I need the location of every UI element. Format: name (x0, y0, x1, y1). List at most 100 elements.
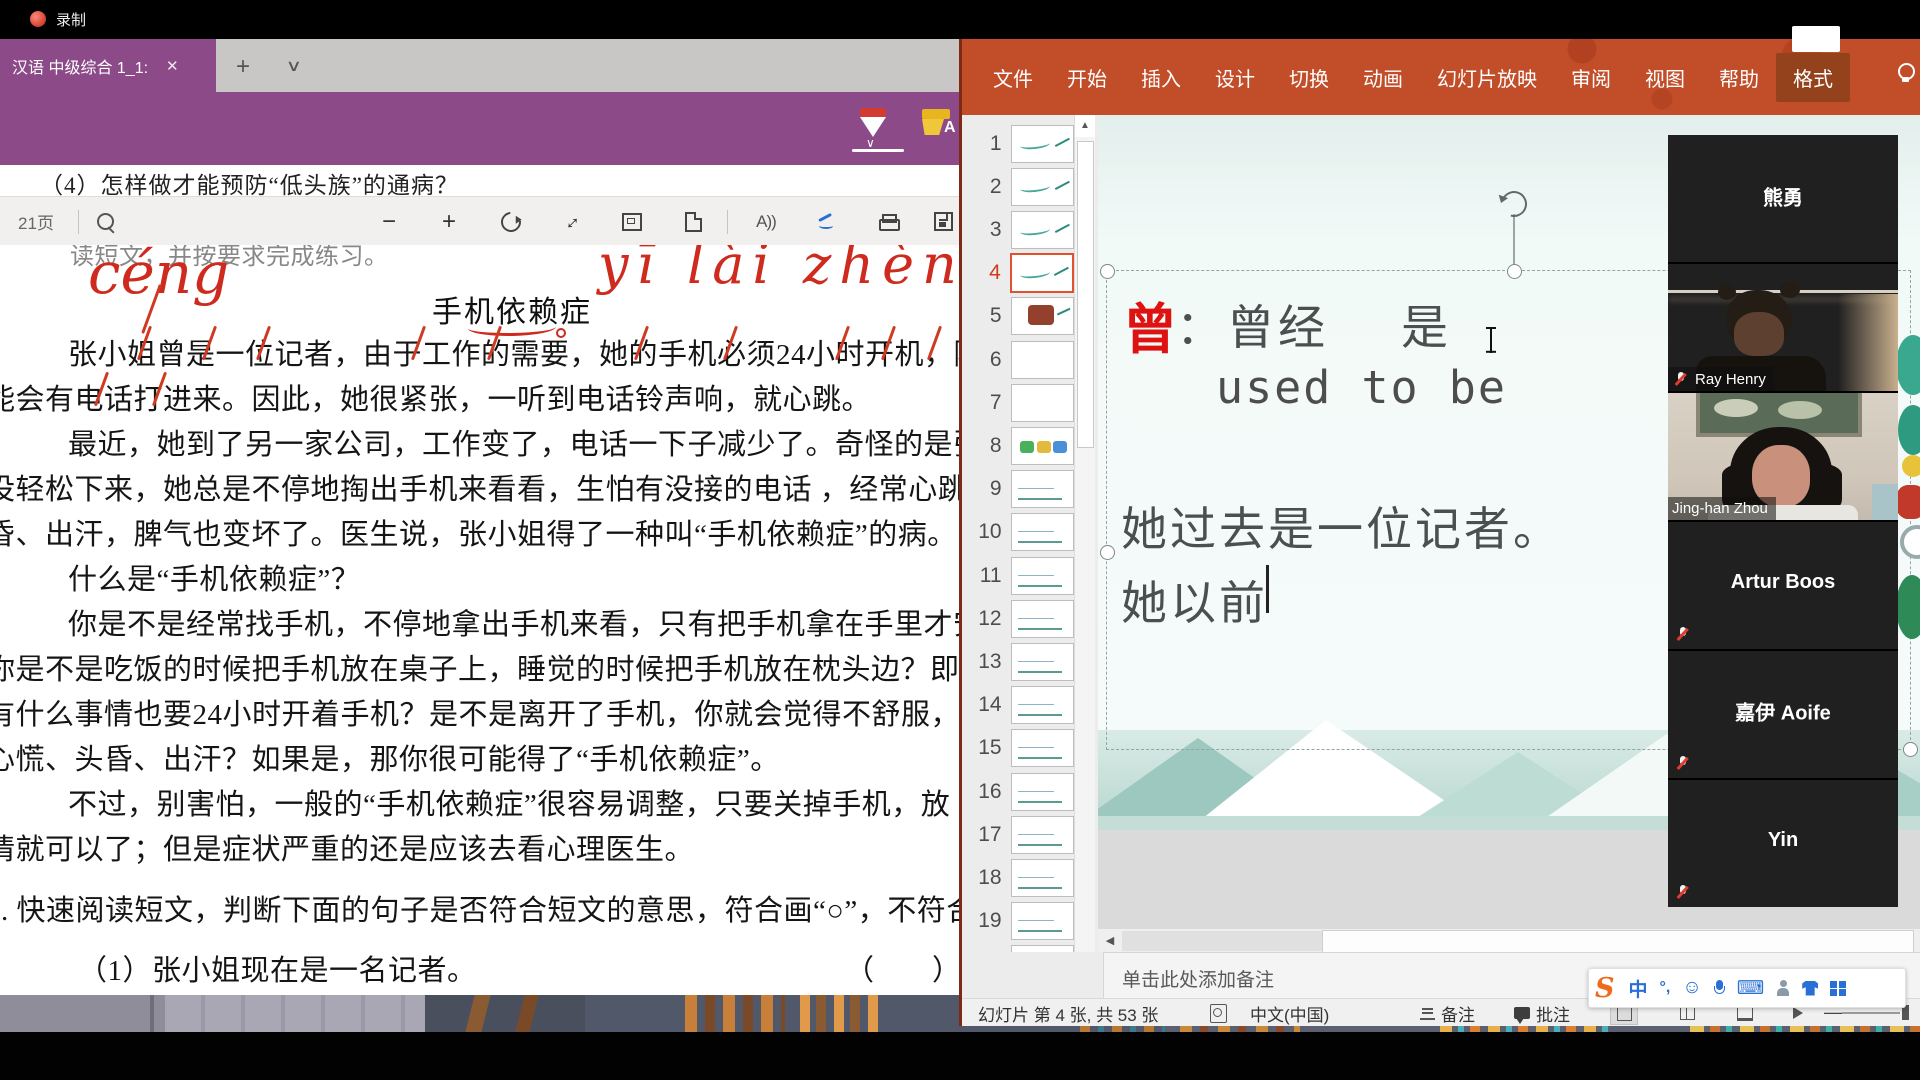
participant-tile-熊勇[interactable]: 熊勇 (1668, 135, 1898, 262)
slide-thumbnail-5[interactable]: 5 (962, 295, 1074, 338)
zoom-slider[interactable] (1842, 1012, 1900, 1014)
slide-thumb-image[interactable] (1011, 686, 1074, 724)
slide-panel-scrollbar[interactable]: ▲ ▼ (1074, 115, 1095, 990)
slide-thumbnail-4[interactable]: 4 (962, 252, 1074, 295)
slide-thumbnail-10[interactable]: 10 (962, 511, 1074, 554)
fit-width-button[interactable]: ↔ (542, 192, 601, 251)
slide-thumb-image[interactable] (1010, 253, 1074, 293)
participant-tile-Yin[interactable]: Yin (1668, 780, 1898, 907)
ime-chinese-mode-icon[interactable]: 中 (1629, 975, 1648, 1002)
slide-thumb-image[interactable] (1011, 341, 1074, 379)
ribbon-tab-切换[interactable]: 切换 (1272, 53, 1346, 102)
slide-thumbnail-19[interactable]: 19 (962, 900, 1074, 943)
tab-close-icon[interactable]: ✕ (166, 57, 179, 75)
ribbon-tab-视图[interactable]: 视图 (1628, 53, 1702, 102)
save-button[interactable] (928, 197, 958, 246)
scroll-left-arrow[interactable]: ◀ (1098, 929, 1122, 953)
tell-me-lightbulb-icon[interactable] (1895, 63, 1915, 83)
participant-tile-Artur-Boos[interactable]: Artur Boos (1668, 522, 1898, 649)
slide-thumb-image[interactable] (1011, 816, 1074, 854)
print-button[interactable] (871, 197, 905, 246)
scrollbar-track[interactable] (1122, 931, 1322, 951)
slide-thumbnail-15[interactable]: 15 (962, 727, 1074, 770)
rotate-button[interactable] (494, 197, 528, 246)
ribbon-tab-幻灯片放映[interactable]: 幻灯片放映 (1420, 53, 1554, 102)
slide-thumb-image[interactable] (1011, 600, 1074, 638)
draw-pen-icon[interactable]: ∨ (856, 108, 890, 144)
slide-thumbnail-11[interactable]: 11 (962, 554, 1074, 597)
notes-toggle[interactable]: 备注 (1420, 999, 1475, 1026)
ribbon-tab-设计[interactable]: 设计 (1198, 53, 1272, 102)
rotation-handle-icon[interactable] (1496, 186, 1532, 222)
slide-thumbnail-17[interactable]: 17 (962, 813, 1074, 856)
fit-page-button[interactable] (615, 197, 649, 246)
slide-thumb-image[interactable] (1011, 557, 1074, 595)
slide-thumb-image[interactable] (1011, 729, 1074, 767)
page-view-button[interactable] (676, 197, 710, 246)
ribbon-tab-审阅[interactable]: 审阅 (1554, 53, 1628, 102)
slide-thumb-image[interactable] (1011, 384, 1074, 422)
browser-tab[interactable]: 汉语 中级综合 1_1: ✕ (0, 39, 216, 92)
comments-toggle[interactable]: 批注 (1514, 999, 1570, 1026)
scrollbar-thumb[interactable] (1077, 141, 1094, 448)
ribbon-tab-插入[interactable]: 插入 (1124, 53, 1198, 102)
ribbon-tab-帮助[interactable]: 帮助 (1702, 53, 1776, 102)
slide-thumb-image[interactable] (1011, 513, 1074, 551)
accessibility-icon[interactable] (1210, 999, 1227, 1026)
pdf-document[interactable]: 读短文，并按要求完成练习。 céng 手机依赖症 yī lài zhèng 张小… (0, 245, 959, 995)
ime-person-icon[interactable] (1776, 980, 1790, 996)
selection-handle-top-left[interactable] (1100, 264, 1115, 279)
selection-handle-left[interactable] (1100, 545, 1115, 560)
floating-control-box[interactable] (1792, 26, 1840, 52)
zoom-in-button[interactable]: + (432, 197, 466, 246)
slide-thumbnail-8[interactable]: 8 (962, 424, 1074, 467)
slide-thumb-image[interactable] (1011, 643, 1074, 681)
slide-thumbnail-13[interactable]: 13 (962, 640, 1074, 683)
ime-toolbox-grid-icon[interactable] (1830, 981, 1845, 996)
slide-thumb-image[interactable] (1011, 427, 1074, 465)
horizontal-scrollbar[interactable]: ◀ (1098, 928, 1920, 953)
slide-thumbnail-7[interactable]: 7 (962, 381, 1074, 424)
slide-thumb-image[interactable] (1011, 902, 1074, 940)
search-icon[interactable] (88, 197, 122, 246)
slide-thumbnail-14[interactable]: 14 (962, 684, 1074, 727)
slide-thumbnail-2[interactable]: 2 (962, 165, 1074, 208)
slide-thumbnail-3[interactable]: 3 (962, 208, 1074, 251)
slide-thumbnail-12[interactable]: 12 (962, 597, 1074, 640)
slide-thumbnail-1[interactable]: 1 (962, 122, 1074, 165)
ink-pen-button[interactable] (810, 197, 844, 246)
slide-thumbnail-18[interactable]: 18 (962, 856, 1074, 899)
ime-keyboard-icon[interactable]: ⌨ (1737, 977, 1764, 1000)
scroll-up-arrow[interactable]: ▲ (1075, 115, 1095, 137)
ribbon-tab-动画[interactable]: 动画 (1346, 53, 1420, 102)
scrollbar-thumb[interactable] (1322, 930, 1914, 953)
sogou-logo-icon[interactable]: S (1595, 973, 1615, 1004)
text-highlighter-icon[interactable]: A (920, 109, 959, 143)
participant-tile-嘉伊-Aoife[interactable]: 嘉伊 Aoife (1668, 651, 1898, 778)
ribbon-tab-文件[interactable]: 文件 (976, 53, 1050, 102)
new-tab-button[interactable]: + (236, 53, 250, 81)
ime-punctuation-icon[interactable]: °, (1660, 979, 1671, 997)
language-indicator[interactable]: 中文(中国) (1250, 999, 1329, 1026)
slide-thumbnail-6[interactable]: 6 (962, 338, 1074, 381)
participant-tile-Ray-Henry[interactable]: Ray Henry (1668, 264, 1898, 391)
slide-thumbnail-9[interactable]: 9 (962, 468, 1074, 511)
tab-list-chevron-icon[interactable]: ∨ (286, 56, 302, 76)
selection-handle-top-center[interactable] (1507, 264, 1522, 279)
selection-handle-bottom-right[interactable] (1903, 742, 1918, 757)
ime-voice-icon[interactable] (1714, 980, 1725, 996)
participant-tile-Jing-han-Zhou[interactable]: Jing-han Zhou (1668, 393, 1898, 520)
slide-thumb-image[interactable] (1011, 470, 1074, 508)
slide-thumb-image[interactable] (1011, 168, 1074, 206)
slide-thumb-image[interactable] (1011, 297, 1074, 335)
slide-thumb-image[interactable] (1011, 125, 1074, 163)
slide-thumbnail-16[interactable]: 16 (962, 770, 1074, 813)
ribbon-tab-格式[interactable]: 格式 (1776, 53, 1850, 102)
slide-thumb-image[interactable] (1011, 211, 1074, 249)
ribbon-tab-开始[interactable]: 开始 (1050, 53, 1124, 102)
slide-thumb-image[interactable] (1011, 773, 1074, 811)
read-aloud-button[interactable]: A)) (744, 197, 788, 246)
ime-skin-icon[interactable] (1802, 981, 1818, 996)
ime-emoji-icon[interactable]: ☺ (1682, 977, 1701, 999)
slide-thumb-image[interactable] (1011, 859, 1074, 897)
